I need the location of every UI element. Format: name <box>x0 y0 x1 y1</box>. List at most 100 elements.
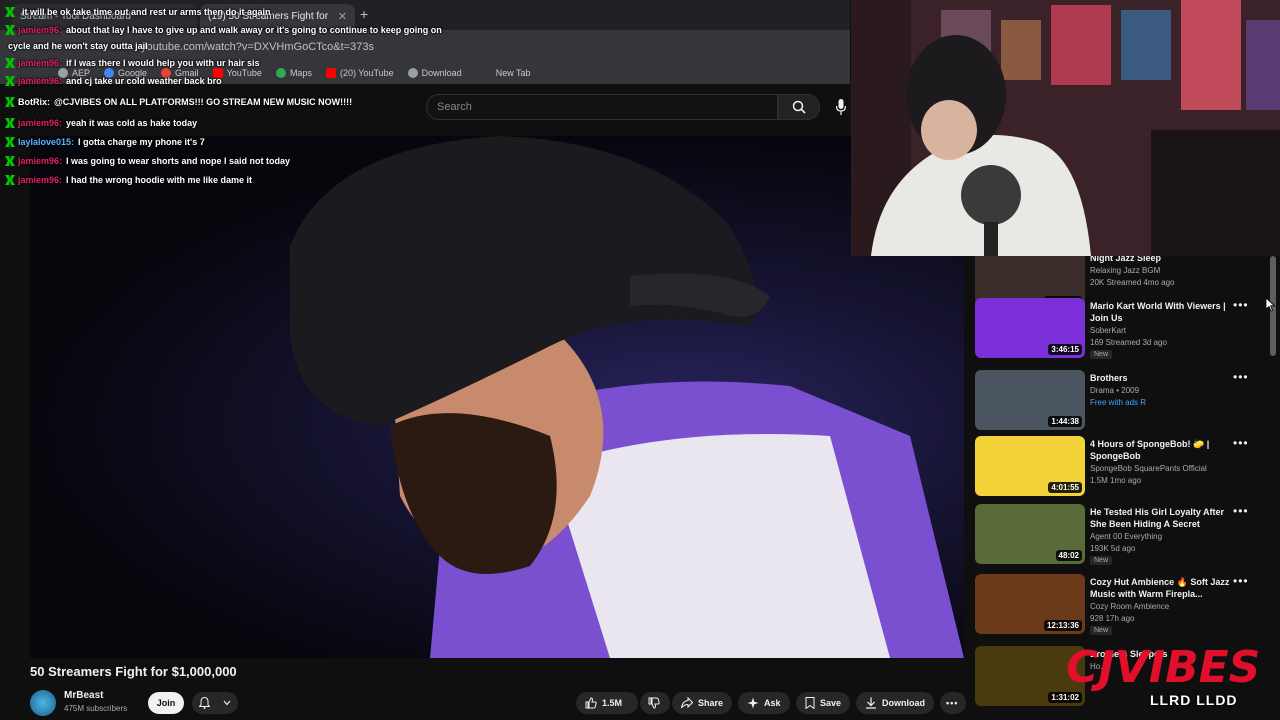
chat-text: I had the wrong hoodie with me like dame… <box>66 175 253 185</box>
video-thumbnail[interactable]: 1:44:38 <box>975 370 1085 430</box>
chevron-down-icon <box>223 700 231 706</box>
chat-message: cycle and he won't stay outta jail <box>4 37 148 55</box>
new-badge: New <box>1090 350 1113 359</box>
chat-text: about that lay I have to give up and wal… <box>66 25 442 35</box>
chat-text: and cj take ur cold weather back bro <box>66 76 222 86</box>
recommendation-title[interactable]: Brothers <box>1090 372 1230 384</box>
video-thumbnail[interactable]: 3:46:15 <box>975 298 1085 358</box>
chat-badge-icon <box>5 25 15 35</box>
video-player[interactable] <box>30 136 964 658</box>
save-button[interactable]: Save <box>796 692 851 714</box>
chat-username: jamiem96: <box>18 58 63 68</box>
recommendation-title[interactable]: He Tested His Girl Loyalty After She Bee… <box>1090 506 1230 530</box>
recommendation-meta: 169 Streamed 3d ago <box>1090 338 1167 347</box>
save-label: Save <box>820 698 842 708</box>
chat-text: cycle and he won't stay outta jail <box>8 41 148 51</box>
recommendation-title[interactable]: Mario Kart World With Viewers | Join Us <box>1090 300 1230 324</box>
chat-text: if I was there I would help you with ur … <box>66 58 260 68</box>
recommendation-channel[interactable]: SoberKart <box>1090 326 1126 335</box>
chat-message: BotRix: @CJVIBES ON ALL PLATFORMS!!! GO S… <box>0 93 352 111</box>
beard-shape <box>390 413 557 574</box>
webcam-image <box>851 0 1280 256</box>
share-icon <box>681 697 693 709</box>
recommendation-meta: 20K Streamed 4mo ago <box>1090 278 1175 287</box>
recommendation-channel[interactable]: SpongeBob SquarePants Official <box>1090 464 1207 473</box>
chat-text: I gotta charge my phone it's 7 <box>78 137 205 147</box>
recommendation-item[interactable]: 1:44:38 Brothers Drama • 2009 Free with ads… <box>975 370 1265 436</box>
recommendation-item[interactable]: 4:01:55 4 Hours of SpongeBob! 🧽 | SpongeB… <box>975 436 1265 502</box>
recommendation-item[interactable]: 48:02 He Tested His Girl Loyalty After Sh… <box>975 504 1265 570</box>
recommendation-meta: Free with ads R <box>1090 398 1147 407</box>
chat-message: it will be ok take time out and rest ur … <box>0 3 271 21</box>
chat-message: jamiem96: I had the wrong hoodie with me … <box>0 171 252 189</box>
more-options-icon[interactable]: ••• <box>1233 574 1249 588</box>
more-actions-button[interactable]: ••• <box>940 692 966 714</box>
recommendation-title[interactable]: Night Jazz Sleep <box>1090 256 1230 264</box>
share-label: Share <box>698 698 724 708</box>
download-button[interactable]: Download <box>856 692 934 714</box>
recommendation-channel[interactable]: Drama • 2009 <box>1090 386 1139 395</box>
more-options-icon[interactable]: ••• <box>1233 504 1249 518</box>
channel-avatar[interactable] <box>30 690 56 716</box>
more-options-icon[interactable]: ••• <box>1233 436 1249 450</box>
recommendation-channel[interactable]: Relaxing Jazz BGM <box>1090 266 1160 275</box>
more-options-icon[interactable]: ••• <box>1233 370 1249 384</box>
more-options-icon[interactable]: ••• <box>1233 298 1249 312</box>
chat-text: it will be ok take time out and rest ur … <box>22 7 271 17</box>
recommendation-item[interactable]: 3:46:15 Mario Kart World With Viewers | J… <box>975 298 1265 364</box>
video-thumbnail[interactable]: 48:02 <box>975 504 1085 564</box>
more-icon: ••• <box>946 698 959 708</box>
screen: Stream - Tool Dashboard (19) 50 Streamer… <box>0 0 1280 720</box>
emotes-text: LLRD LLDD <box>1150 692 1238 708</box>
recommendation-meta: 928 17h ago <box>1090 614 1135 623</box>
download-icon <box>866 697 876 709</box>
chat-username: jamiem96: <box>18 156 63 166</box>
new-badge: New <box>1090 556 1113 565</box>
sparkle-icon <box>747 697 759 709</box>
chat-badge-icon <box>5 137 15 147</box>
webcam-overlay <box>851 0 1280 256</box>
share-button[interactable]: Share <box>672 692 733 714</box>
video-thumbnail[interactable]: 12:13:36 <box>975 574 1085 634</box>
thumbs-up-icon <box>585 697 597 709</box>
search-button[interactable] <box>778 94 820 120</box>
ask-button[interactable]: Ask <box>738 692 790 714</box>
recommendation-title[interactable]: 4 Hours of SpongeBob! 🧽 | SpongeBob <box>1090 438 1230 462</box>
join-button[interactable]: Join <box>148 692 184 714</box>
logo-text: CJVIBES <box>1066 642 1260 693</box>
chat-badge-icon <box>5 97 15 107</box>
chat-badge-icon <box>5 118 15 128</box>
video-title: 50 Streamers Fight for $1,000,000 <box>30 664 237 679</box>
recommendation-meta: 193K 5d ago <box>1090 544 1136 553</box>
voice-search-button[interactable] <box>832 96 850 118</box>
chat-message: jamiem96: and cj take ur cold weather bac… <box>0 72 222 90</box>
chat-username: jamiem96: <box>18 25 63 35</box>
recommendation-meta: 1.5M 1mo ago <box>1090 476 1142 485</box>
recommendation-channel[interactable]: Agent 00 Everything <box>1090 532 1162 541</box>
subscriber-count: 475M subscribers <box>64 704 128 713</box>
video-duration: 3:46:15 <box>1048 344 1082 355</box>
chat-text: yeah it was cold as hake today <box>66 118 198 128</box>
like-button[interactable]: 1.5M <box>576 692 638 714</box>
channel-name[interactable]: MrBeast <box>64 690 103 701</box>
download-label: Download <box>882 698 925 708</box>
mouse-cursor-icon <box>1266 298 1276 312</box>
dislike-button[interactable] <box>640 692 670 714</box>
bell-icon <box>198 697 210 709</box>
notification-bell-button[interactable] <box>192 692 238 714</box>
chat-username: jamiem96: <box>18 175 63 185</box>
chat-message: jamiem96: if I was there I would help you… <box>0 54 260 72</box>
chat-message: jamiem96: I was going to wear shorts and … <box>0 152 290 170</box>
chat-username: BotRix: <box>18 97 50 107</box>
chat-text: I was going to wear shorts and nope I sa… <box>66 156 291 166</box>
video-thumbnail[interactable]: 4:01:55 <box>975 436 1085 496</box>
chat-message: jamiem96: yeah it was cold as hake today <box>0 114 197 132</box>
chat-badge-icon <box>5 7 15 17</box>
bookmark-icon <box>805 697 815 709</box>
chat-message: laylalove015: I gotta charge my phone it'… <box>0 133 205 151</box>
recommendation-title[interactable]: Cozy Hut Ambience 🔥 Soft Jazz Music with… <box>1090 576 1230 600</box>
video-duration: 48:02 <box>1055 550 1082 561</box>
video-actions-row: MrBeast 475M subscribers Join 1.5M Share… <box>30 686 970 720</box>
brand-watermark: CJVIBES LLRD LLDD <box>1062 630 1272 720</box>
recommendation-channel[interactable]: Cozy Room Ambience <box>1090 602 1169 611</box>
